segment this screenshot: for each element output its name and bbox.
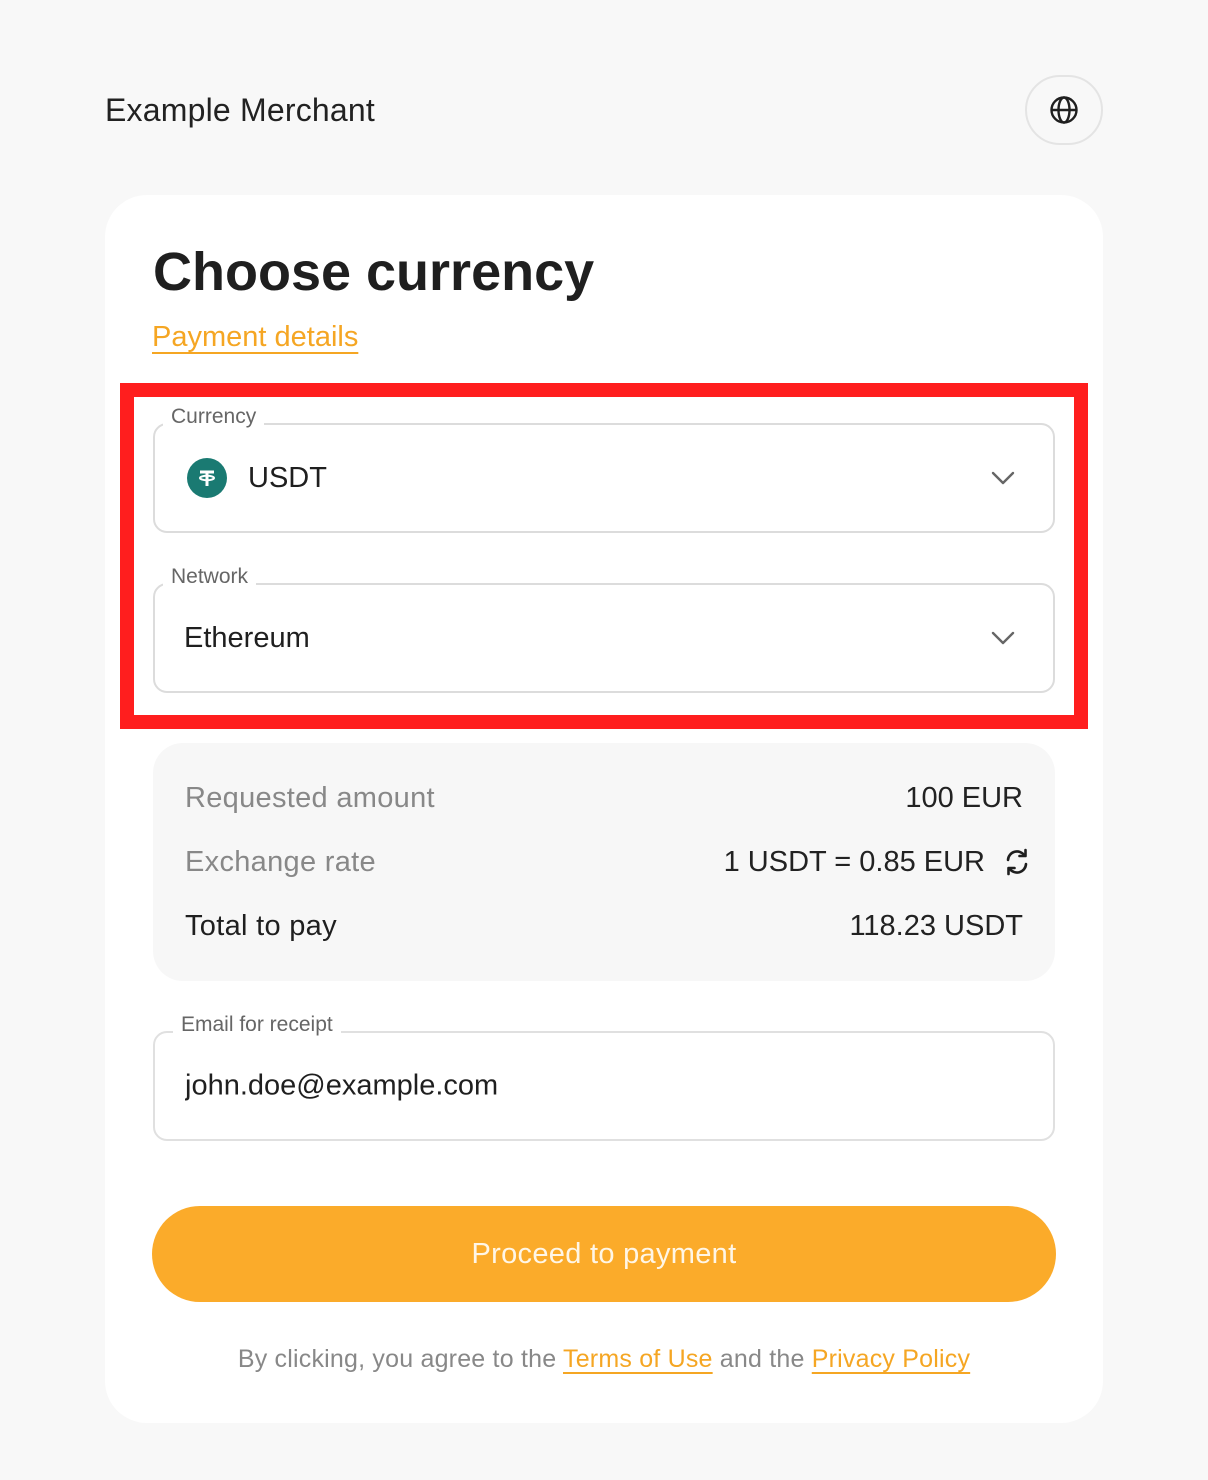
legal-middle: and the [712, 1345, 812, 1373]
network-value: Ethereum [184, 622, 310, 654]
page-title: Choose currency [153, 242, 595, 302]
exchange-rate-value: 1 USDT = 0.85 EUR [723, 846, 985, 878]
legal-notice: By clicking, you agree to the Terms of U… [0, 1342, 1208, 1376]
requested-amount-value: 100 EUR [905, 782, 1023, 814]
payment-details-link[interactable]: Payment details [152, 319, 358, 355]
legal-prefix: By clicking, you agree to the [237, 1345, 563, 1373]
requested-amount-label: Requested amount [185, 782, 435, 814]
payment-summary: Requested amount 100 EUR Exchange rate 1… [153, 743, 1055, 981]
privacy-policy-link[interactable]: Privacy Policy [812, 1345, 970, 1373]
network-label: Network [163, 563, 257, 591]
network-select[interactable]: Network Ethereum [153, 563, 1055, 693]
proceed-button[interactable]: Proceed to payment [152, 1206, 1056, 1302]
currency-select[interactable]: Currency USDT [153, 403, 1055, 533]
terms-of-use-link[interactable]: Terms of Use [563, 1345, 713, 1373]
exchange-rate-label: Exchange rate [185, 846, 376, 878]
language-button[interactable] [1025, 75, 1103, 145]
tether-coin-icon [187, 458, 227, 498]
total-label: Total to pay [185, 910, 337, 942]
email-label: Email for receipt [173, 1011, 341, 1039]
chevron-down-icon [991, 631, 1015, 645]
email-field[interactable]: Email for receipt [153, 1011, 1055, 1141]
chevron-down-icon [991, 471, 1015, 485]
refresh-icon[interactable] [1001, 846, 1033, 878]
currency-value: USDT [248, 462, 327, 494]
globe-icon [1050, 96, 1078, 124]
currency-label: Currency [163, 403, 265, 431]
email-input[interactable] [185, 1069, 1015, 1103]
total-value: 118.23 USDT [849, 910, 1023, 942]
merchant-name: Example Merchant [105, 92, 375, 128]
